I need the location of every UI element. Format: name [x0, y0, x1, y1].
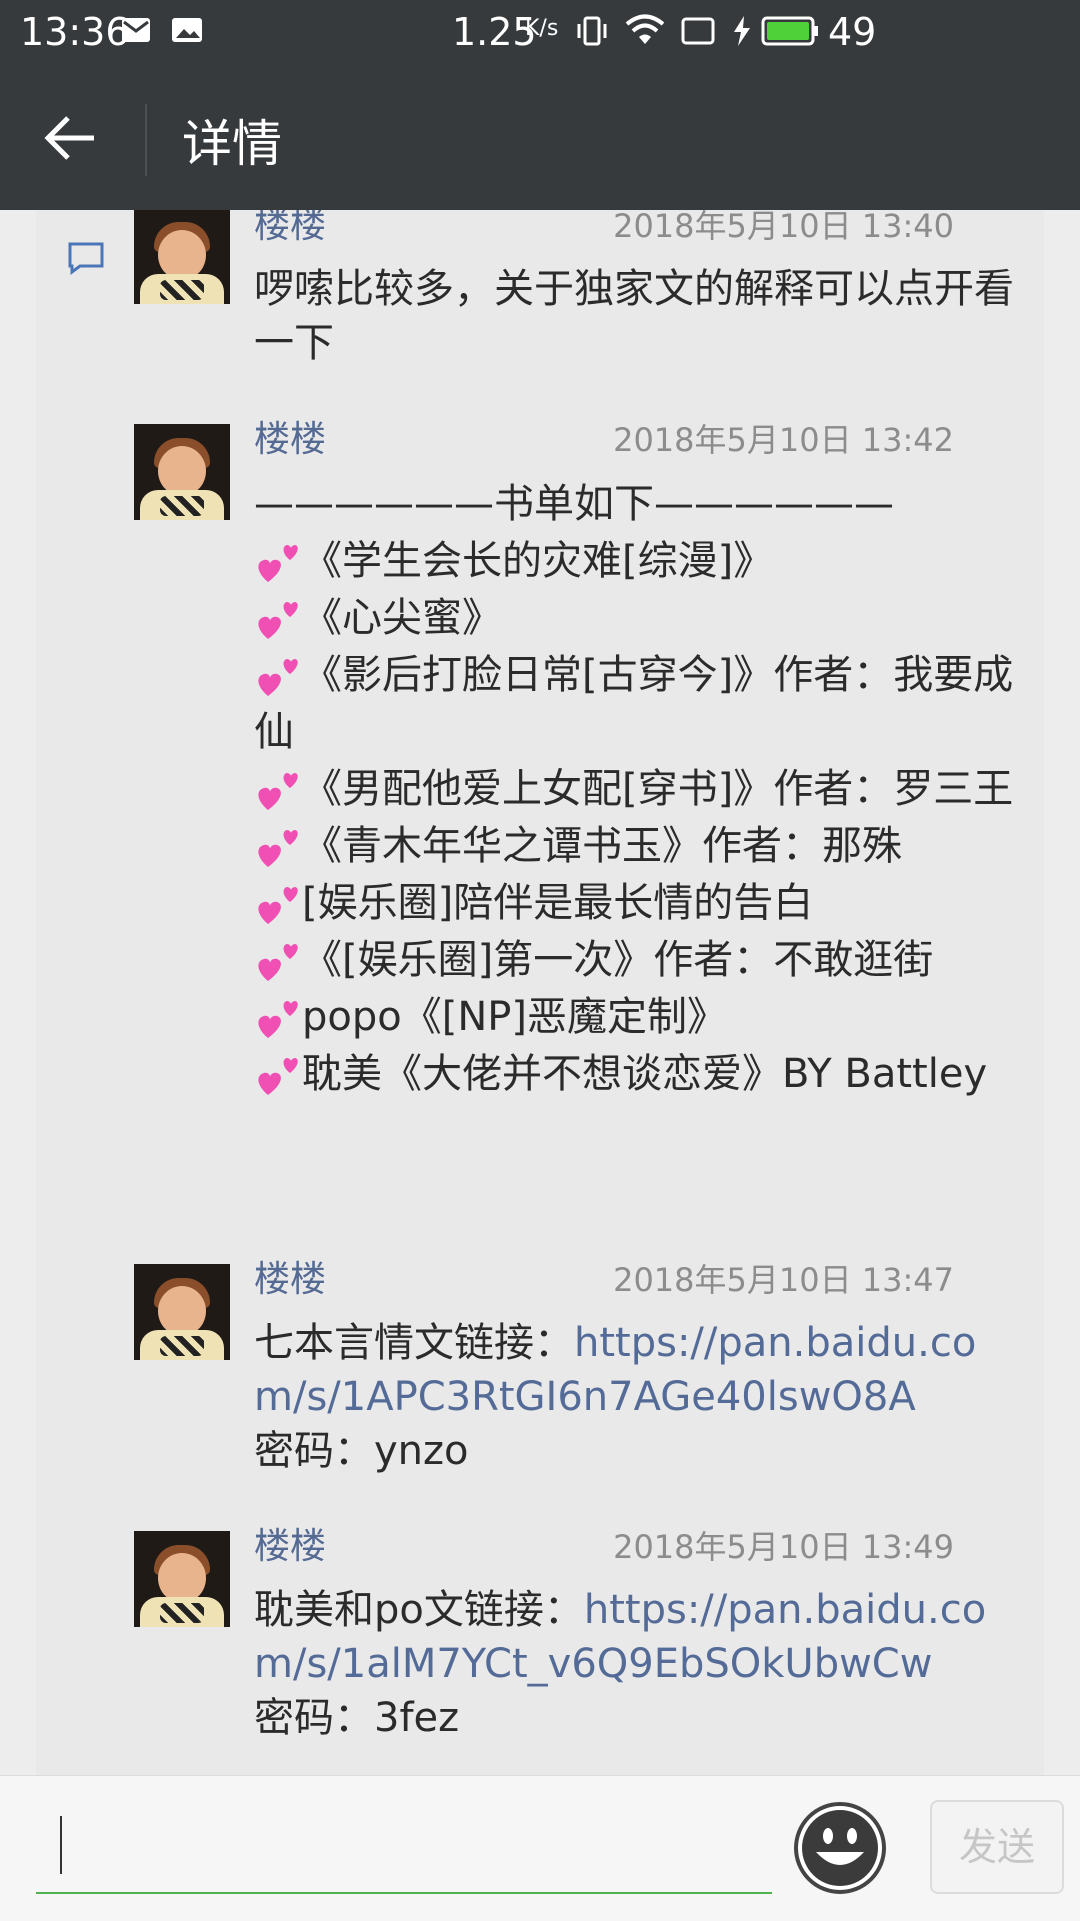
emoji-icon[interactable]	[792, 1800, 888, 1896]
battery-icon	[761, 16, 818, 46]
hearts-icon	[254, 935, 302, 985]
list-item: 《青木年华之谭书玉》作者：那殊	[254, 818, 1014, 875]
hearts-icon	[254, 650, 302, 700]
author-name[interactable]: 楼楼	[254, 418, 326, 462]
message-time: 2018年5月10日 13:42	[613, 421, 954, 459]
status-bar: 13:36 1.25 K/s 49	[0, 0, 1080, 66]
hearts-icon	[254, 821, 302, 871]
hearts-icon	[254, 593, 302, 643]
vibrate-icon	[577, 16, 607, 46]
header-divider	[145, 104, 147, 176]
message-item: 楼楼 2018年5月10日 13:42 ——————书单如下—————— 《学生…	[134, 419, 1024, 1097]
text-caret	[60, 1816, 62, 1874]
image-icon	[172, 18, 202, 42]
comment-input-bar: 发送	[0, 1775, 1080, 1921]
mail-icon	[122, 18, 150, 42]
message-panel[interactable]: 楼楼 2018年5月10日 13:40 啰嗦比较多，关于独家文的解释可以点开看一…	[36, 210, 1044, 1775]
list-item: 《[娱乐圈]第一次》作者：不敢逛街	[254, 932, 1014, 989]
comment-icon[interactable]	[66, 238, 106, 278]
hearts-icon	[254, 536, 302, 586]
wifi-icon	[625, 14, 665, 44]
message-text: 耽美和po文链接：https://pan.baidu.com/s/1alM7YC…	[254, 1583, 1014, 1745]
avatar[interactable]	[134, 1531, 230, 1627]
hearts-icon	[254, 1049, 302, 1099]
network-speed: 1.25	[452, 10, 537, 54]
message-item: 楼楼 2018年5月10日 13:40 啰嗦比较多，关于独家文的解释可以点开看一…	[134, 210, 1024, 366]
message-time: 2018年5月10日 13:47	[613, 1261, 954, 1299]
screen-icon	[681, 17, 715, 45]
password-text: 密码：3fez	[254, 1695, 460, 1741]
list-item: 《男配他爱上女配[穿书]》作者：罗三王	[254, 761, 1014, 818]
charging-icon	[734, 16, 750, 46]
back-arrow-icon[interactable]	[40, 108, 100, 168]
list-item: 《学生会长的灾难[综漫]》	[254, 533, 1014, 590]
author-name[interactable]: 楼楼	[254, 210, 326, 248]
message-text: 七本言情文链接：https://pan.baidu.com/s/1APC3RtG…	[254, 1316, 1014, 1478]
list-item: popo《[NP]恶魔定制》	[254, 989, 1014, 1046]
avatar[interactable]	[134, 1264, 230, 1360]
list-item: 《心尖蜜》	[254, 590, 1014, 647]
network-speed-unit: K/s	[525, 16, 559, 41]
message-time: 2018年5月10日 13:49	[613, 1528, 954, 1566]
list-item: [娱乐圈]陪伴是最长情的告白	[254, 875, 1014, 932]
list-item: 耽美《大佬并不想谈恋爱》BY Battley	[254, 1046, 1014, 1103]
password-text: 密码：ynzo	[254, 1428, 469, 1474]
battery-level: 49	[828, 10, 877, 54]
avatar[interactable]	[134, 210, 230, 304]
message-text: ——————书单如下—————— 《学生会长的灾难[综漫]》 《心尖蜜》 《影后…	[254, 476, 1014, 1103]
message-item: 楼楼 2018年5月10日 13:49 耽美和po文链接：https://pan…	[134, 1526, 1024, 1741]
message-text: 啰嗦比较多，关于独家文的解释可以点开看一下	[254, 266, 1014, 366]
list-item: 《影后打脸日常[古穿今]》作者：我要成仙	[254, 650, 1014, 755]
comment-input[interactable]	[36, 1796, 772, 1894]
message-item: 楼楼 2018年5月10日 13:47 七本言情文链接：https://pan.…	[134, 1259, 1024, 1474]
author-name[interactable]: 楼楼	[254, 1258, 326, 1302]
hearts-icon	[254, 992, 302, 1042]
list-header: ——————书单如下——————	[254, 481, 894, 527]
hearts-icon	[254, 764, 302, 814]
author-name[interactable]: 楼楼	[254, 1525, 326, 1569]
page-title: 详情	[182, 115, 282, 173]
message-time: 2018年5月10日 13:40	[613, 210, 954, 245]
app-header: 详情	[0, 66, 1080, 210]
avatar[interactable]	[134, 424, 230, 520]
send-button[interactable]: 发送	[930, 1800, 1064, 1894]
status-time: 13:36	[20, 10, 130, 54]
hearts-icon	[254, 878, 302, 928]
